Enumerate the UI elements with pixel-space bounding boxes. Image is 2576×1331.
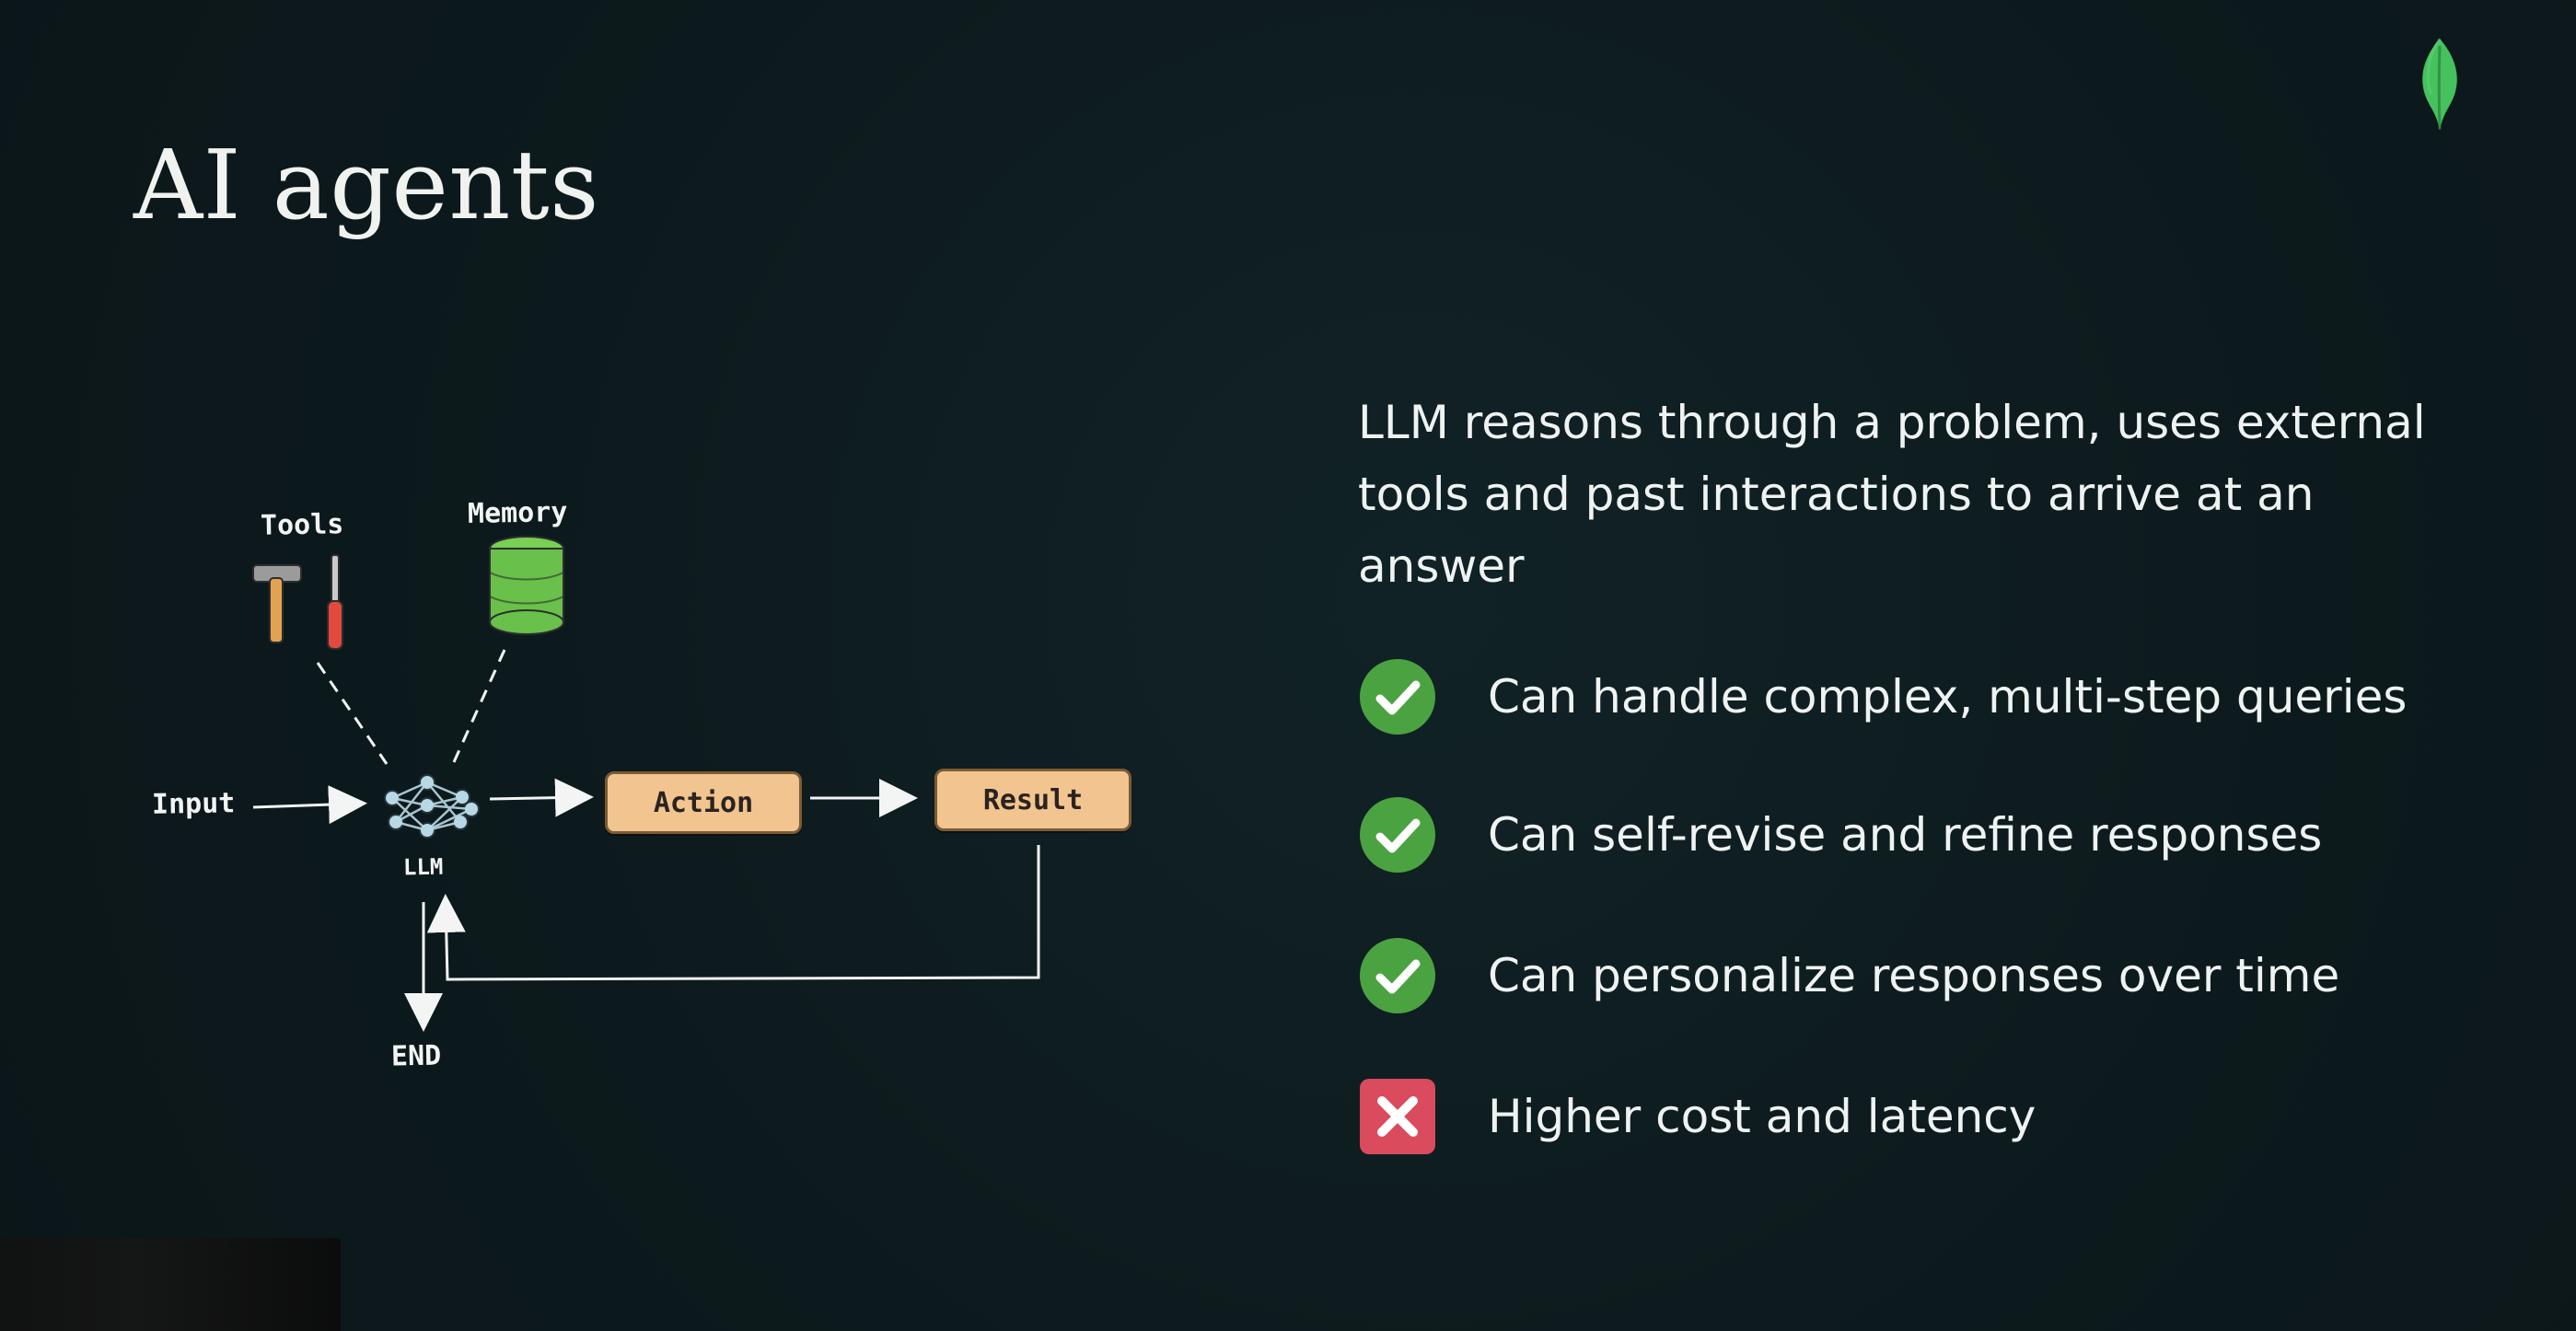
tools-label: Tools [260, 508, 344, 542]
list-item: Higher cost and latency [1358, 1075, 2536, 1158]
input-label: Input [151, 787, 236, 821]
end-label: END [390, 1039, 442, 1073]
action-box: Action [605, 771, 802, 834]
check-icon [1360, 938, 1435, 1013]
agent-description: LLM reasons through a problem, uses exte… [1358, 396, 2426, 593]
list-item-text: Can handle complex, multi-step queries [1488, 670, 2408, 723]
llm-network-icon [384, 774, 480, 839]
list-item-text: Can personalize responses over time [1488, 949, 2340, 1002]
agent-loop-diagram: Tools Memory Input LLM END Action Result [0, 0, 1289, 1331]
screwdriver-icon [327, 554, 343, 650]
hammer-icon [252, 564, 302, 643]
slide: AI agents Tools Memory Input LLM END Act… [0, 0, 2576, 1331]
list-item: Can self-revise and refine responses [1358, 793, 2536, 876]
memory-label: Memory [467, 496, 568, 530]
video-overlay-block [0, 1238, 341, 1331]
llm-label: LLM [402, 853, 444, 881]
list-item: Can personalize responses over time [1358, 934, 2536, 1017]
cross-icon [1360, 1079, 1435, 1154]
database-icon [489, 536, 564, 635]
diagram-lines [252, 536, 1040, 1032]
list-item: Can handle complex, multi-step queries [1358, 655, 2536, 738]
check-icon [1360, 659, 1435, 735]
result-box: Result [934, 769, 1131, 831]
list-item-text: Higher cost and latency [1488, 1090, 2036, 1143]
leaf-icon [2422, 38, 2457, 131]
check-icon [1360, 797, 1435, 873]
list-item-text: Can self-revise and refine responses [1488, 808, 2323, 862]
